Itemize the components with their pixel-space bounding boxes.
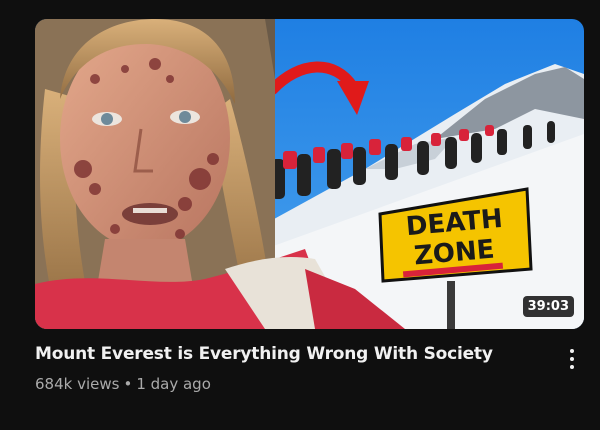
thumbnail-image: DEATH ZONE: [35, 19, 584, 329]
view-count: 684k views: [35, 375, 120, 393]
video-title[interactable]: Mount Everest is Everything Wrong With S…: [35, 342, 545, 366]
separator-dot: •: [123, 375, 133, 393]
upload-age: 1 day ago: [136, 375, 211, 393]
video-stats: 684k views • 1 day ago: [35, 374, 545, 394]
video-meta: Mount Everest is Everything Wrong With S…: [35, 342, 545, 394]
more-vert-icon[interactable]: [562, 346, 582, 372]
duration-badge: 39:03: [522, 296, 574, 317]
video-thumbnail[interactable]: DEATH ZONE 39:03: [35, 19, 584, 329]
video-card: DEATH ZONE 39:03 Mount Everest is Everyt…: [0, 0, 600, 430]
